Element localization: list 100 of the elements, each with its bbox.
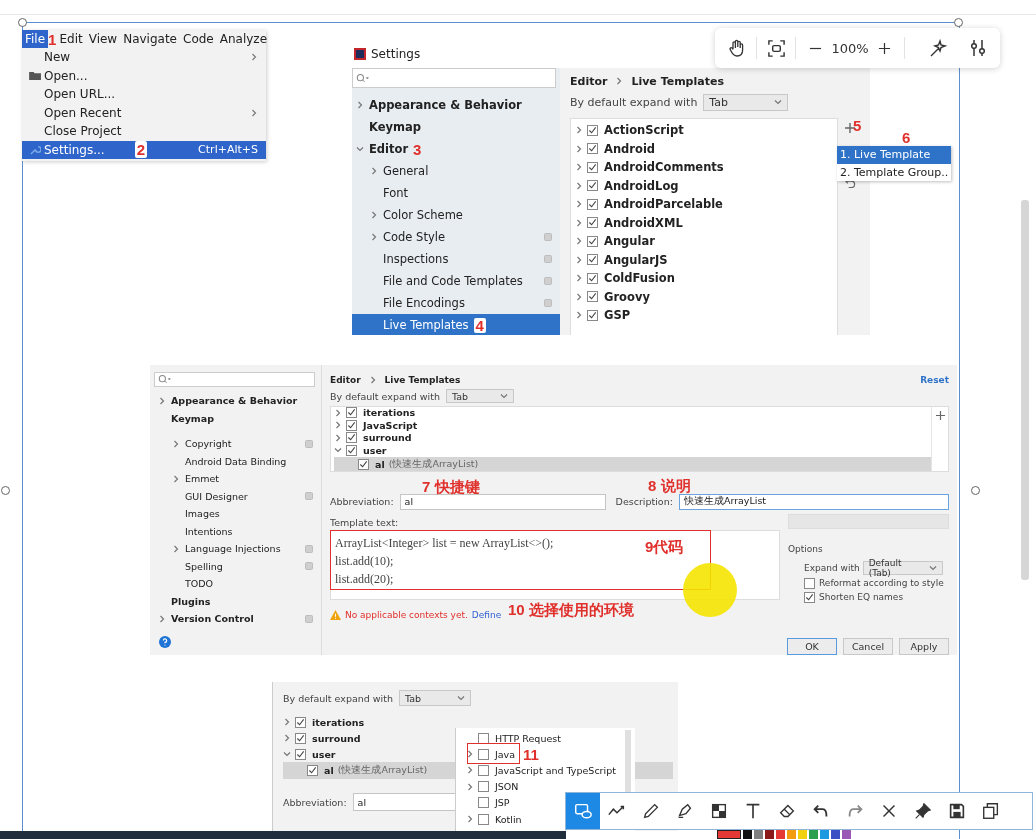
menu-item[interactable]: Close Project bbox=[22, 122, 266, 141]
chevron-down-icon[interactable] bbox=[774, 98, 783, 106]
checkbox[interactable] bbox=[587, 272, 598, 284]
tree-item[interactable]: File and Code Templates bbox=[352, 270, 560, 292]
tree-item[interactable]: Emmet bbox=[154, 470, 321, 488]
tree-item[interactable]: Plugins bbox=[154, 592, 321, 610]
color-swatch[interactable] bbox=[743, 830, 752, 839]
chevron-right-icon[interactable] bbox=[334, 421, 342, 430]
tree-item[interactable]: Appearance & Behavior bbox=[154, 392, 321, 410]
menu-item[interactable]: 1. Live Template bbox=[837, 146, 951, 164]
chevron-right-icon[interactable] bbox=[575, 218, 583, 227]
color-swatch[interactable] bbox=[776, 830, 785, 839]
chevron-right-icon[interactable] bbox=[172, 474, 180, 483]
list-row[interactable]: iterations bbox=[334, 406, 931, 419]
checkbox[interactable] bbox=[587, 161, 598, 173]
chevron-right-icon[interactable] bbox=[250, 53, 258, 62]
checkbox[interactable] bbox=[804, 591, 815, 603]
checkbox[interactable] bbox=[587, 235, 598, 247]
add-icon[interactable] bbox=[845, 123, 855, 133]
chevron-down-icon[interactable] bbox=[283, 750, 291, 758]
chevron-down-icon[interactable] bbox=[356, 145, 364, 153]
checkbox[interactable] bbox=[478, 797, 489, 809]
resize-handle[interactable] bbox=[18, 18, 27, 27]
tree-item[interactable]: Images bbox=[154, 505, 321, 523]
menu-bar-item[interactable]: File bbox=[22, 30, 49, 48]
chevron-right-icon[interactable] bbox=[575, 292, 583, 301]
checkbox[interactable] bbox=[478, 813, 489, 825]
menu-bar-item[interactable]: Navigate bbox=[120, 30, 180, 48]
checkbox[interactable] bbox=[478, 732, 489, 744]
expand-dropdown[interactable]: Tab bbox=[703, 93, 789, 111]
description-field[interactable]: 快速生成ArrayList bbox=[678, 493, 949, 510]
checkbox[interactable] bbox=[587, 217, 598, 229]
checkbox[interactable] bbox=[587, 291, 598, 303]
checkbox[interactable] bbox=[346, 419, 357, 431]
checkbox[interactable] bbox=[295, 716, 306, 728]
chevron-right-icon[interactable] bbox=[172, 544, 180, 553]
tree-item[interactable]: File Encodings bbox=[352, 292, 560, 314]
list-row[interactable]: iterations bbox=[283, 714, 673, 730]
breadcrumb-item[interactable]: Live Templates bbox=[631, 74, 724, 88]
tree-item[interactable]: GUI Designer bbox=[154, 487, 321, 505]
checkbox[interactable] bbox=[478, 764, 489, 776]
color-swatch[interactable] bbox=[798, 830, 807, 839]
scrollbar[interactable] bbox=[1021, 200, 1029, 580]
color-swatch[interactable] bbox=[820, 830, 829, 839]
tree-item[interactable]: Intentions bbox=[154, 522, 321, 540]
chevron-right-icon[interactable] bbox=[370, 211, 378, 219]
list-row[interactable]: JavaScript bbox=[334, 419, 931, 432]
color-swatch[interactable] bbox=[842, 830, 851, 839]
chevron-right-icon[interactable] bbox=[283, 718, 291, 726]
search-field[interactable] bbox=[352, 68, 556, 88]
tree-item[interactable]: TODO bbox=[154, 575, 321, 593]
checkbox[interactable] bbox=[358, 458, 369, 470]
resize-handle[interactable] bbox=[954, 18, 963, 27]
chevron-down-icon[interactable] bbox=[334, 446, 342, 455]
selected-row[interactable]: al (快速生成ArrayList) bbox=[334, 456, 931, 471]
breadcrumb-item[interactable]: Editor bbox=[330, 375, 361, 385]
checkbox[interactable] bbox=[346, 432, 357, 444]
chevron-right-icon[interactable] bbox=[334, 433, 342, 442]
menu-item[interactable]: Open URL... bbox=[22, 85, 266, 104]
chevron-right-icon[interactable] bbox=[158, 614, 166, 623]
checkbox[interactable] bbox=[587, 143, 598, 155]
dialog-button[interactable]: Apply bbox=[899, 638, 949, 655]
resize-handle[interactable] bbox=[971, 486, 980, 495]
color-swatch[interactable] bbox=[765, 830, 774, 839]
checkbox[interactable] bbox=[587, 198, 598, 210]
chevron-right-icon[interactable] bbox=[575, 237, 583, 246]
tree-item[interactable]: Editor 3 bbox=[352, 138, 560, 160]
menu-bar-item[interactable]: View bbox=[85, 30, 121, 48]
checkbox[interactable] bbox=[587, 254, 598, 266]
chevron-right-icon[interactable] bbox=[575, 200, 583, 209]
chevron-right-icon[interactable] bbox=[158, 396, 166, 405]
chevron-right-icon[interactable] bbox=[575, 255, 583, 264]
chevron-right-icon[interactable] bbox=[575, 144, 583, 153]
color-swatch[interactable] bbox=[809, 830, 818, 839]
checkbox[interactable] bbox=[478, 781, 489, 793]
tree-item[interactable]: Appearance & Behavior bbox=[352, 94, 560, 116]
define-link[interactable]: Define bbox=[471, 609, 502, 620]
chevron-right-icon[interactable] bbox=[370, 233, 378, 241]
tree-item[interactable]: Language Injections bbox=[154, 540, 321, 558]
add-icon[interactable] bbox=[935, 410, 945, 420]
checkbox[interactable] bbox=[295, 748, 306, 760]
color-swatch[interactable] bbox=[787, 830, 796, 839]
rectangle-tool-icon[interactable] bbox=[566, 793, 600, 829]
breadcrumb-item[interactable]: Live Templates bbox=[384, 375, 461, 385]
help-icon[interactable] bbox=[159, 636, 171, 648]
expand-dropdown[interactable]: Default (Tab) bbox=[862, 560, 943, 575]
chevron-right-icon[interactable] bbox=[356, 101, 364, 109]
color-swatch[interactable] bbox=[717, 830, 741, 839]
chevron-right-icon[interactable] bbox=[334, 408, 342, 417]
checkbox[interactable] bbox=[587, 124, 598, 136]
dialog-button[interactable]: OK bbox=[787, 638, 837, 655]
dialog-button[interactable]: Cancel bbox=[843, 638, 893, 655]
expand-dropdown[interactable]: Tab bbox=[399, 690, 471, 706]
tree-item[interactable]: General bbox=[352, 160, 560, 182]
chevron-right-icon[interactable] bbox=[615, 77, 624, 85]
checkbox[interactable] bbox=[346, 407, 357, 419]
chevron-down-icon[interactable] bbox=[500, 392, 508, 401]
list-row[interactable]: surround bbox=[334, 431, 931, 444]
tree-item[interactable]: Code Style bbox=[352, 226, 560, 248]
checkbox[interactable] bbox=[804, 577, 815, 589]
